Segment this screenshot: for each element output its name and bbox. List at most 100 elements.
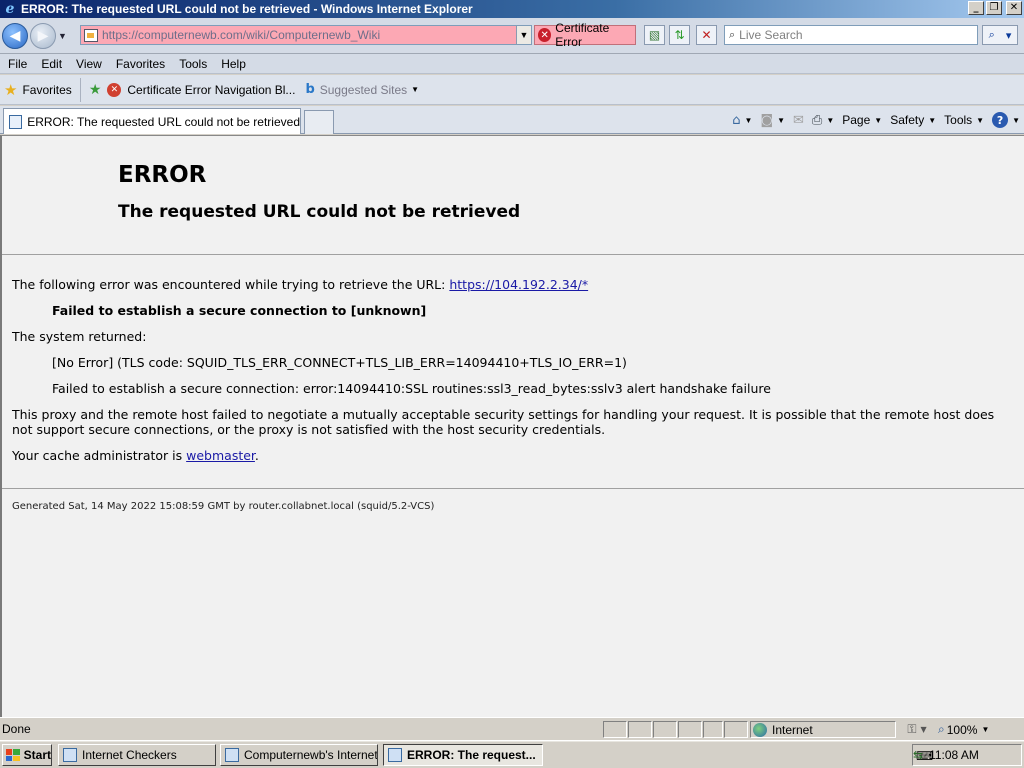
- lock-icon: ⚿: [907, 722, 917, 736]
- admin-line: Your cache administrator is webmaster.: [12, 448, 1014, 463]
- status-text: Done: [2, 722, 31, 736]
- menu-file[interactable]: File: [0, 57, 33, 71]
- globe-icon: [753, 722, 767, 737]
- error-body: The following error was encountered whil…: [2, 255, 1024, 463]
- taskbar-item-computernewb[interactable]: Computernewb's Internet ...: [220, 744, 378, 766]
- fail-message: Failed to establish a secure connection …: [52, 303, 427, 318]
- printer-icon: ⎙: [811, 112, 823, 128]
- chevron-down-icon: ▼: [976, 115, 985, 125]
- menu-edit[interactable]: Edit: [33, 57, 68, 71]
- restore-button[interactable]: ❐: [986, 1, 1002, 15]
- taskbar-item-internet-checkers[interactable]: Internet Checkers: [58, 744, 216, 766]
- compatibility-view-button[interactable]: ▧: [644, 25, 665, 45]
- add-to-favorites-bar-icon[interactable]: ★: [89, 82, 102, 98]
- menu-favorites[interactable]: Favorites: [108, 57, 171, 71]
- tools-menu-button[interactable]: Tools ▼: [944, 113, 984, 127]
- menu-view[interactable]: View: [68, 57, 108, 71]
- minimize-button[interactable]: _: [968, 1, 984, 15]
- favorites-button[interactable]: ★ Favorites: [0, 77, 81, 102]
- start-label: Start: [23, 748, 51, 762]
- back-button[interactable]: ◀: [2, 23, 28, 49]
- status-pane: [653, 721, 677, 738]
- favorite-certificate-error-navigation[interactable]: ✕ Certificate Error Navigation Bl...: [107, 82, 295, 97]
- zone-label: Internet: [772, 722, 813, 737]
- intro-text: The following error was encountered whil…: [12, 277, 446, 292]
- certificate-error-favicon: ✕: [107, 82, 122, 97]
- status-pane: [724, 721, 748, 738]
- read-mail-button[interactable]: ✉: [793, 113, 804, 128]
- tab-error-page[interactable]: ERROR: The requested URL could not be re…: [3, 108, 301, 134]
- error-title: ERROR: [118, 162, 207, 188]
- search-box[interactable]: ⌕ Live Search: [724, 25, 978, 45]
- chevron-down-icon: ▼: [920, 725, 927, 734]
- search-button[interactable]: ⌕ ▾: [982, 25, 1018, 45]
- system-tray: ⇆ 11:08 AM: [912, 744, 1022, 766]
- clock[interactable]: 11:08 AM: [929, 748, 979, 762]
- forward-button[interactable]: ▶: [30, 23, 56, 49]
- error-header: ERROR The requested URL could not be ret…: [2, 136, 1024, 254]
- close-button[interactable]: ✕: [1006, 1, 1022, 15]
- home-button[interactable]: ⌂ ▼: [732, 113, 752, 128]
- status-pane: [703, 721, 723, 738]
- network-icon[interactable]: ⇆: [913, 748, 923, 762]
- system-returned-label: The system returned:: [12, 329, 147, 344]
- address-dropdown-button[interactable]: ▼: [516, 26, 531, 44]
- recent-pages-dropdown[interactable]: ▼: [58, 31, 67, 41]
- new-tab-button[interactable]: [304, 110, 334, 134]
- address-bar[interactable]: https://computernewb.com/wiki/Computerne…: [80, 25, 532, 45]
- ssl-error: Failed to establish a secure connection:…: [52, 381, 771, 396]
- status-pane: [603, 721, 627, 738]
- requested-url-link[interactable]: https://104.192.2.34/*: [449, 277, 588, 292]
- admin-prefix: Your cache administrator is: [12, 448, 183, 463]
- internet-explorer-icon: e: [5, 1, 15, 17]
- search-placeholder: Live Search: [739, 28, 803, 42]
- refresh-button[interactable]: ⇅: [669, 25, 690, 45]
- taskbar-item-error-page[interactable]: ERROR: The request...: [383, 744, 543, 766]
- error-subtitle: The requested URL could not be retrieved: [118, 202, 521, 222]
- chevron-down-icon: ▼: [826, 115, 835, 125]
- chevron-down-icon: ▼: [411, 85, 420, 94]
- status-bar: Done Internet ⚿ ▼ ⌕ 100% ▼: [0, 717, 1024, 739]
- error-explanation: This proxy and the remote host failed to…: [12, 407, 995, 437]
- title-bar[interactable]: e ERROR: The requested URL could not be …: [0, 0, 1024, 18]
- chevron-down-icon: ▼: [874, 115, 883, 125]
- certificate-error-button[interactable]: ✕ Certificate Error: [534, 21, 636, 49]
- command-bar: ⌂ ▼ ◙ ▼ ✉ ⎙ ▼ Page ▼ Safety ▼ Tools ▼ ? ▼: [724, 109, 1020, 131]
- chevron-down-icon: ▼: [981, 725, 990, 734]
- safety-menu-button[interactable]: Safety ▼: [890, 113, 936, 127]
- menu-help[interactable]: Help: [213, 57, 252, 71]
- security-zone[interactable]: Internet: [750, 721, 896, 738]
- protected-mode-button[interactable]: ⚿ ▼: [900, 721, 934, 738]
- tab-label: ERROR: The requested URL could not be re…: [27, 114, 300, 129]
- chevron-down-icon: ▼: [928, 115, 937, 125]
- tls-code: [No Error] (TLS code: SQUID_TLS_ERR_CONN…: [52, 355, 627, 370]
- live-search-icon: ⌕: [729, 28, 736, 41]
- search-options-icon: ▾: [1005, 28, 1012, 42]
- print-button[interactable]: ⎙ ▼: [812, 113, 834, 128]
- stop-button[interactable]: ✕: [696, 25, 717, 45]
- tools-menu-label: Tools: [944, 113, 973, 127]
- address-url[interactable]: https://computernewb.com/wiki/Computerne…: [102, 28, 516, 42]
- start-button[interactable]: Start: [2, 744, 52, 766]
- page-menu-button[interactable]: Page ▼: [842, 113, 882, 127]
- safety-menu-label: Safety: [890, 113, 925, 127]
- page-content[interactable]: ERROR The requested URL could not be ret…: [0, 135, 1024, 717]
- certificate-error-label: Certificate Error: [555, 21, 610, 49]
- menu-bar: File Edit View Favorites Tools Help: [0, 54, 1024, 74]
- internet-explorer-icon: [388, 748, 402, 762]
- webmaster-link[interactable]: webmaster: [186, 448, 255, 463]
- arrow-left-icon: ◀: [9, 28, 21, 44]
- status-pane: [678, 721, 702, 738]
- favorites-bar: ★ Favorites ★ ✕ Certificate Error Naviga…: [0, 75, 1024, 105]
- page-icon: [84, 28, 98, 42]
- internet-explorer-icon: [225, 748, 239, 762]
- task-label: ERROR: The request...: [407, 748, 536, 762]
- home-icon: ⌂: [732, 112, 741, 128]
- favorite-suggested-sites[interactable]: b Suggested Sites ▼: [305, 82, 419, 97]
- help-menu-button[interactable]: ? ▼: [992, 112, 1020, 128]
- menu-tools[interactable]: Tools: [171, 57, 213, 71]
- favorites-label: Favorites: [22, 82, 72, 97]
- zoom-level-button[interactable]: ⌕ 100% ▼: [938, 721, 1008, 738]
- feeds-button[interactable]: ◙ ▼: [760, 113, 785, 128]
- taskbar: Start Internet Checkers Computernewb's I…: [0, 740, 1024, 768]
